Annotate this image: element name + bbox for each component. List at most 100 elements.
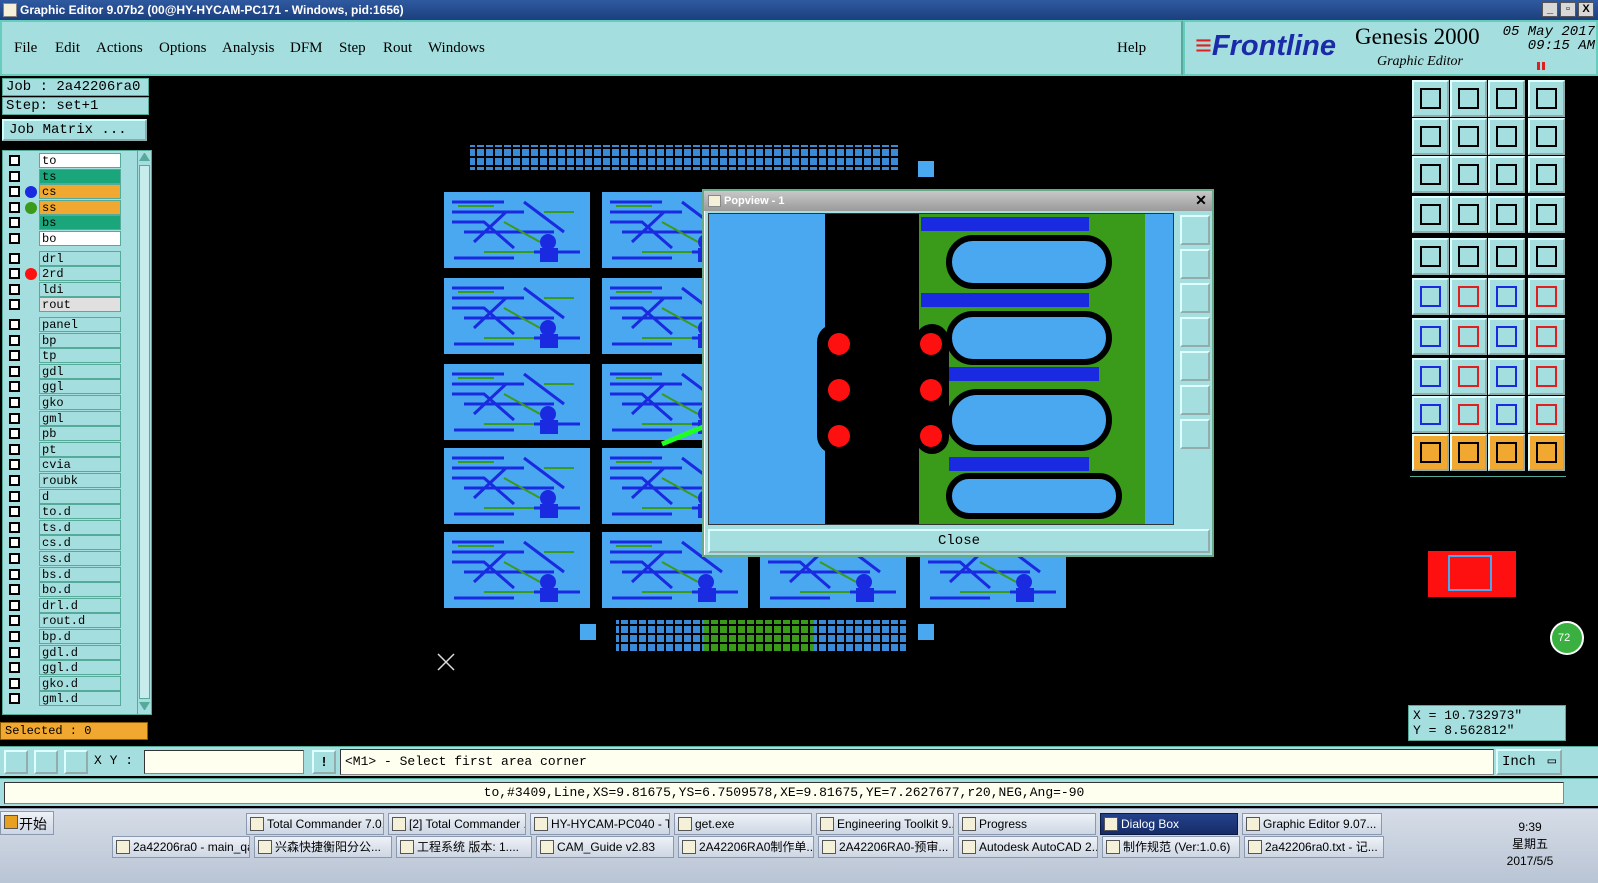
taskbar-item[interactable]: Progress xyxy=(958,813,1096,835)
layer-checkbox[interactable] xyxy=(9,584,20,596)
text-a-button[interactable] xyxy=(1412,396,1449,433)
popview-titlebar[interactable]: Popview - 1 ✕ xyxy=(704,191,1212,211)
layer-checkbox[interactable] xyxy=(9,475,20,486)
popview-close-button[interactable]: Close xyxy=(708,529,1210,553)
taskbar-item[interactable]: Total Commander 7.0... xyxy=(246,813,384,835)
taskbar-item[interactable]: Graphic Editor 9.07... xyxy=(1242,813,1382,835)
layer-checkbox[interactable] xyxy=(9,568,20,580)
popview-zoom-out-button[interactable] xyxy=(1180,249,1210,279)
layer-checkbox[interactable] xyxy=(9,631,20,642)
layer-checkbox[interactable] xyxy=(9,553,20,564)
delete-cross-button[interactable] xyxy=(1450,278,1487,315)
text-bold-button[interactable] xyxy=(1528,396,1565,433)
menu-actions[interactable]: Actions xyxy=(96,40,143,57)
layer-checkbox[interactable] xyxy=(9,334,20,346)
close-button[interactable]: X xyxy=(1578,2,1594,17)
layer-row-drl-d[interactable]: drl.d xyxy=(3,597,135,614)
layer-row-gko[interactable]: gko xyxy=(3,395,135,411)
layer-row-d[interactable]: d xyxy=(3,488,135,505)
layer-checkbox[interactable] xyxy=(9,646,20,658)
layer-row-to[interactable]: to xyxy=(3,153,135,169)
taskbar-item[interactable]: [2] Total Commander ... xyxy=(388,813,526,835)
copy-pad-button[interactable] xyxy=(1412,358,1449,395)
layer-checkbox[interactable] xyxy=(9,521,20,533)
layer-checkbox[interactable] xyxy=(9,662,20,674)
taskbar-item[interactable]: get.exe xyxy=(674,813,812,835)
progress-badge[interactable]: 72 xyxy=(1550,621,1584,655)
layer-row-ts[interactable]: ts xyxy=(3,168,135,185)
layer-checkbox[interactable] xyxy=(9,428,20,440)
split-line-button[interactable] xyxy=(1450,358,1487,395)
job-matrix-button[interactable]: Job Matrix ... xyxy=(2,119,147,141)
layer-checkbox[interactable] xyxy=(9,350,20,362)
scroll-up-icon[interactable] xyxy=(139,151,150,161)
popview-close-icon[interactable]: ✕ xyxy=(1194,193,1208,207)
scroll-down-icon[interactable] xyxy=(139,702,150,712)
layer-row-bp[interactable]: bp xyxy=(3,332,135,349)
overview-map[interactable]: 72 xyxy=(1410,476,1584,702)
menu-file[interactable]: File xyxy=(14,40,37,57)
layer-checkbox[interactable] xyxy=(9,490,20,502)
taskbar-item[interactable]: Dialog Box xyxy=(1100,813,1238,835)
group-button[interactable] xyxy=(1528,358,1565,395)
home-button[interactable] xyxy=(1488,80,1525,117)
layer-checkbox[interactable] xyxy=(9,537,20,549)
select-arrow-button[interactable] xyxy=(1412,434,1449,471)
taskbar-item[interactable]: HY-HYCAM-PC040 - T... xyxy=(530,813,670,835)
text-up-button[interactable] xyxy=(1450,396,1487,433)
snap-mode-button[interactable] xyxy=(4,750,28,774)
line-angle-button[interactable] xyxy=(1450,318,1487,355)
taskbar-item[interactable]: 兴森快捷衡阳分公... xyxy=(254,836,392,858)
taskbar-item[interactable]: Engineering Toolkit 9.... xyxy=(816,813,954,835)
layer-checkbox[interactable] xyxy=(9,201,20,213)
layer-scrollbar[interactable] xyxy=(137,151,151,714)
taskbar-item[interactable]: 2a42206ra0.txt - 记... xyxy=(1244,836,1384,858)
taskbar-item[interactable]: 2A42206RA0制作单... xyxy=(678,836,814,858)
layer-checkbox[interactable] xyxy=(9,252,20,264)
select-circle-button[interactable] xyxy=(1488,434,1525,471)
minimize-button[interactable]: _ xyxy=(1542,2,1558,17)
popview-zoom-image[interactable] xyxy=(708,213,1174,525)
layer-checkbox[interactable] xyxy=(9,397,20,408)
layer-row-pb[interactable]: pb xyxy=(3,426,135,442)
taskbar-item[interactable]: Autodesk AutoCAD 2... xyxy=(958,836,1098,858)
layer-row-cs[interactable]: cs xyxy=(3,184,135,200)
layer-row-to-d[interactable]: to.d xyxy=(3,504,135,520)
alert-button[interactable]: ! xyxy=(312,750,336,774)
measure-width-button[interactable] xyxy=(1488,358,1525,395)
layer-checkbox[interactable] xyxy=(9,170,20,182)
grid-button[interactable] xyxy=(64,750,88,774)
pan-left-button[interactable] xyxy=(1412,118,1449,155)
menu-options[interactable]: Options xyxy=(159,40,207,57)
layer-checkbox[interactable] xyxy=(9,155,20,166)
snap-settings-button[interactable] xyxy=(1412,196,1449,233)
layer-row-roubk[interactable]: roubk xyxy=(3,473,135,489)
layer-row-rout-d[interactable]: rout.d xyxy=(3,613,135,629)
maximize-button[interactable]: ▫ xyxy=(1560,2,1576,17)
redo-view-button[interactable] xyxy=(1528,118,1565,155)
layer-row-ggl[interactable]: ggl xyxy=(3,379,135,395)
layer-checkbox[interactable] xyxy=(9,459,20,471)
layer-row-ldi[interactable]: ldi xyxy=(3,281,135,298)
select-all-button[interactable] xyxy=(1528,238,1565,275)
flip-button[interactable] xyxy=(1528,318,1565,355)
add-pad-button[interactable] xyxy=(1412,238,1449,275)
layer-row-bo[interactable]: bo xyxy=(3,231,135,247)
layer-row-gml[interactable]: gml xyxy=(3,410,135,427)
layer-row-bs-d[interactable]: bs.d xyxy=(3,566,135,583)
zoom-reset-button[interactable] xyxy=(1412,156,1449,193)
text-caps-button[interactable] xyxy=(1488,396,1525,433)
taskbar-item[interactable]: 制作规范 (Ver:1.0.6) xyxy=(1102,836,1240,858)
layer-row-cs-d[interactable]: cs.d xyxy=(3,535,135,551)
line-tool-button[interactable] xyxy=(1450,196,1487,233)
layer-row-rout[interactable]: rout xyxy=(3,297,135,313)
undo-view-button[interactable] xyxy=(1488,118,1525,155)
layer-checkbox[interactable] xyxy=(9,319,20,330)
drawing-tool-button[interactable] xyxy=(1450,238,1487,275)
move-node-button[interactable] xyxy=(1488,278,1525,315)
popview-pan-down-button[interactable] xyxy=(1180,283,1210,313)
add-node-button[interactable] xyxy=(1528,278,1565,315)
layer-align-button[interactable] xyxy=(1528,196,1565,233)
layer-row-cvia[interactable]: cvia xyxy=(3,457,135,473)
layer-row-ss-d[interactable]: ss.d xyxy=(3,551,135,567)
